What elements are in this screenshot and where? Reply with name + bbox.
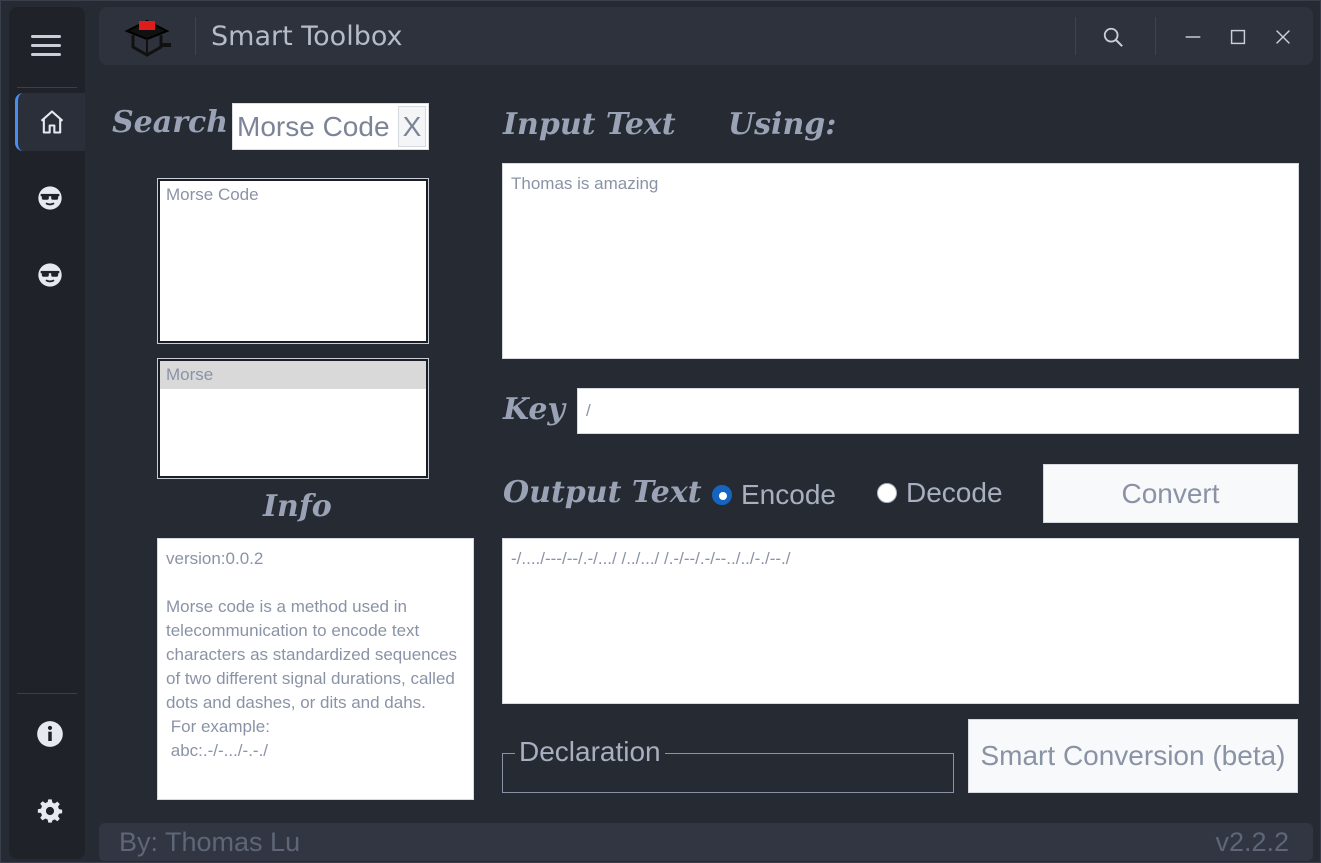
- tools-listbox[interactable]: Morse Code: [157, 178, 429, 344]
- minimize-button[interactable]: [1175, 19, 1211, 55]
- info-textbox[interactable]: version:0.0.2 Morse code is a method use…: [157, 538, 474, 800]
- encode-label: Encode: [741, 479, 836, 510]
- list-item[interactable]: Morse Code: [160, 181, 426, 209]
- title-separator: [195, 17, 196, 55]
- encode-radio[interactable]: Encode: [712, 479, 836, 511]
- decode-radio[interactable]: Decode: [877, 477, 1003, 509]
- info-icon: [37, 721, 63, 747]
- hacker-hat-logo-icon: [124, 19, 171, 57]
- hamburger-menu-icon[interactable]: [31, 29, 61, 63]
- sidebar-divider: [17, 693, 77, 694]
- decode-label: Decode: [906, 477, 1003, 508]
- radio-unselected-icon: [877, 483, 897, 503]
- radio-selected-icon: [712, 485, 732, 505]
- search-label: Search: [112, 105, 229, 140]
- title-bar: Smart Toolbox: [99, 7, 1313, 65]
- sidebar-item-settings[interactable]: [15, 782, 85, 840]
- minimize-icon: [1185, 36, 1201, 38]
- title-separator: [1075, 17, 1076, 55]
- list-item[interactable]: Morse: [160, 361, 426, 389]
- input-textarea[interactable]: Thomas is amazing: [502, 163, 1299, 359]
- search-clear-button[interactable]: X: [398, 106, 426, 147]
- search-icon: [1103, 27, 1123, 47]
- maximize-button[interactable]: [1220, 19, 1256, 55]
- title-separator: [1155, 17, 1156, 55]
- info-heading: Info: [263, 489, 332, 524]
- key-label: Key: [503, 392, 565, 427]
- status-bar: By: Thomas Lu v2.2.2: [99, 823, 1313, 861]
- declaration-group[interactable]: Declaration: [502, 736, 954, 793]
- sunglasses-face-icon: [38, 263, 62, 287]
- sidebar: [9, 7, 85, 859]
- declaration-label: Declaration: [515, 736, 665, 768]
- sidebar-item-home[interactable]: [15, 93, 85, 151]
- gear-icon: [37, 799, 63, 823]
- home-icon: [40, 110, 63, 134]
- using-label: Using:: [728, 107, 837, 142]
- sidebar-item-info[interactable]: [15, 705, 85, 763]
- maximize-icon: [1230, 29, 1246, 45]
- convert-button[interactable]: Convert: [1043, 464, 1298, 523]
- search-button[interactable]: [1095, 19, 1131, 55]
- close-button[interactable]: [1265, 19, 1301, 55]
- sidebar-item-tool-2[interactable]: [15, 246, 85, 304]
- search-field: X: [232, 103, 429, 150]
- search-input[interactable]: [237, 108, 397, 146]
- author-text: By: Thomas Lu: [119, 827, 301, 857]
- input-text-heading: Input Text: [503, 107, 676, 142]
- sunglasses-face-icon: [38, 186, 62, 210]
- output-textarea[interactable]: -/..../---/--/.-/.../ /../.../ /.-/--/.-…: [502, 538, 1299, 704]
- output-text-heading: Output Text: [503, 475, 702, 510]
- app-window: Smart Toolbox Search X Morse Code: [0, 0, 1321, 863]
- variants-listbox[interactable]: Morse: [157, 358, 429, 479]
- sidebar-divider: [17, 87, 77, 88]
- version-text: v2.2.2: [1215, 827, 1289, 857]
- app-title: Smart Toolbox: [211, 21, 403, 52]
- smart-conversion-button[interactable]: Smart Conversion (beta): [968, 719, 1298, 793]
- key-input[interactable]: /: [577, 388, 1299, 434]
- sidebar-item-tool-1[interactable]: [15, 169, 85, 227]
- close-icon: [1276, 30, 1290, 44]
